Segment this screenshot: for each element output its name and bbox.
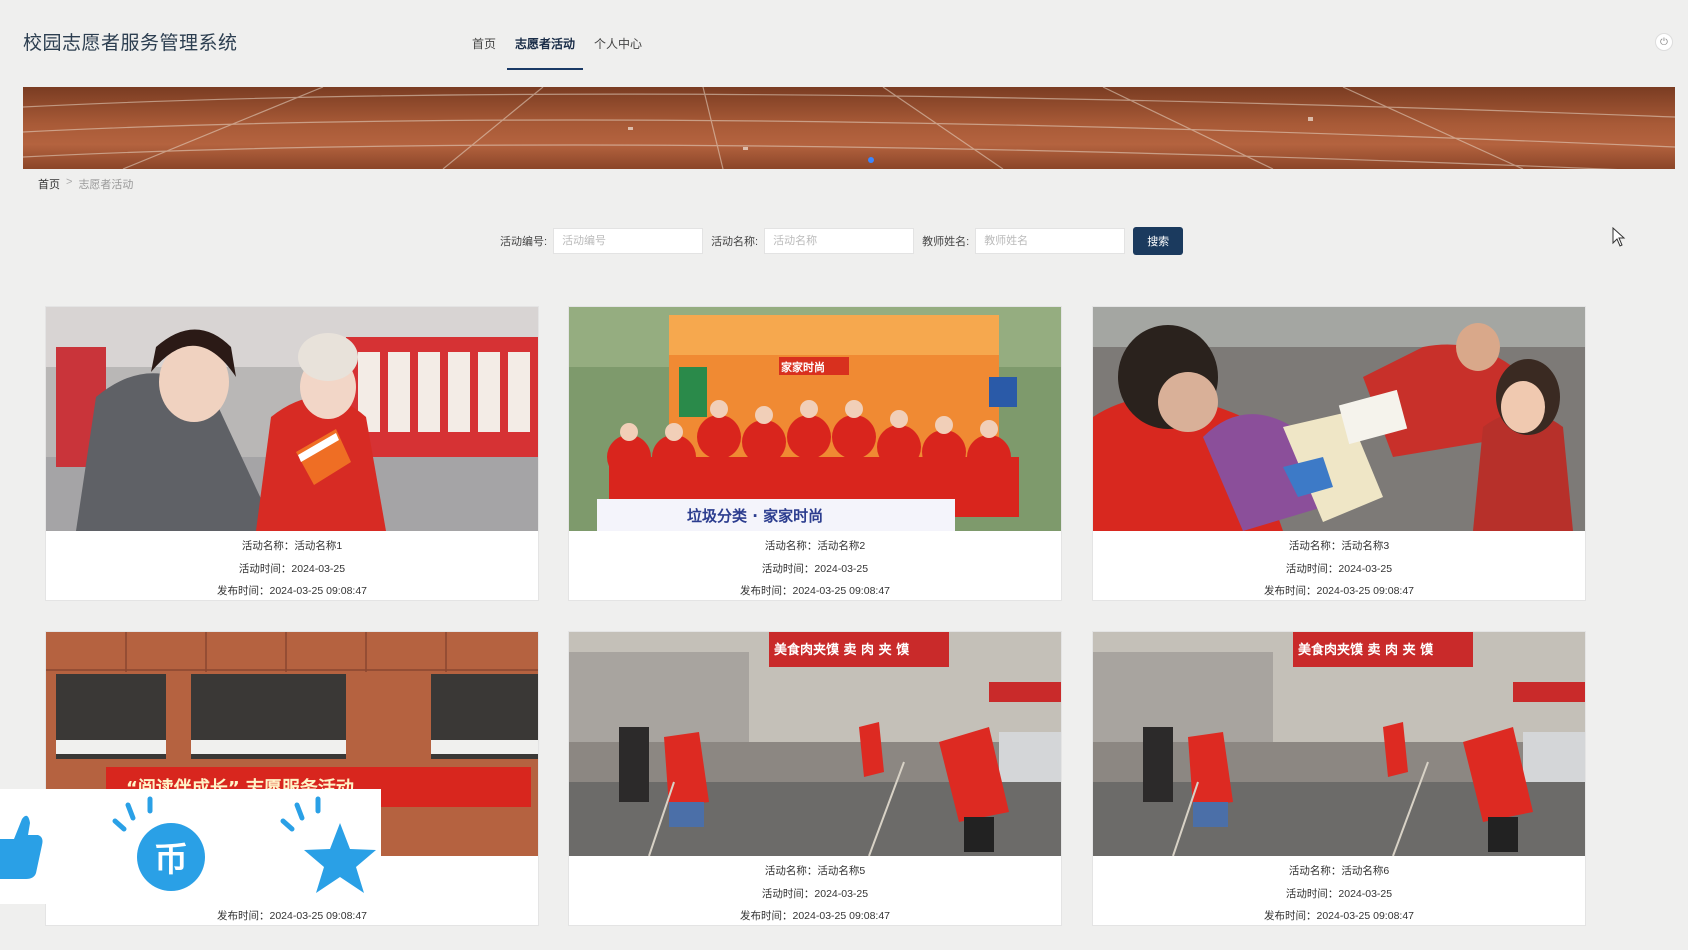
like-icon[interactable] (0, 815, 43, 879)
activity-name: 活动名称：活动名称2 (764, 540, 866, 552)
activity-date: 活动时间：2024-03-25 (1285, 562, 1393, 575)
activity-name: 活动名称：活动名称6 (1288, 865, 1390, 877)
activity-meta-6: 活动名称：活动名称6 活动时间：2024-03-25 发布时间：2024-03-… (1093, 860, 1585, 928)
activity-image-3[interactable] (1093, 307, 1585, 531)
favorite-star-icon[interactable] (280, 796, 376, 893)
search-label-activity-name: 活动名称: (711, 236, 759, 248)
search-bar: 活动编号: 活动名称: 教师姓名: 搜索 (500, 227, 1184, 255)
carousel-indicator[interactable] (868, 157, 874, 163)
publish-time: 发布时间：2024-03-25 09:08:47 (1264, 910, 1414, 922)
activity-date: 活动时间：2024-03-25 (1285, 887, 1393, 900)
activity-date: 活动时间：2024-03-25 (761, 562, 869, 575)
activity-card-3[interactable]: 活动名称：活动名称3 活动时间：2024-03-25 发布时间：2024-03-… (1092, 306, 1586, 601)
action-overlay: 币 (0, 789, 381, 904)
publish-time: 发布时间：2024-03-25 09:08:47 (740, 585, 890, 597)
activity-id-input[interactable] (553, 228, 704, 254)
logout-button[interactable]: ⏻ (1655, 33, 1673, 51)
coin-icon[interactable]: 币 (112, 796, 205, 891)
publish-time: 发布时间：2024-03-25 09:08:47 (217, 585, 367, 597)
activity-image-6[interactable]: 美食肉夹馍 卖 肉 夹 馍 (1093, 632, 1585, 856)
activity-date: 活动时间：2024-03-25 (238, 562, 346, 575)
teacher-name-input[interactable] (975, 228, 1126, 254)
shop-sign-text: 美食肉夹馍 卖 肉 夹 馍 (774, 642, 910, 658)
running-track-image (23, 87, 1675, 169)
breadcrumb: 首页 > 志愿者活动 (38, 176, 133, 192)
breadcrumb-separator: > (66, 176, 73, 188)
site-title: 校园志愿者服务管理系统 (23, 33, 238, 54)
breadcrumb-current: 志愿者活动 (78, 179, 134, 191)
svg-text:币: 币 (154, 840, 188, 880)
shop-sign-text: 美食肉夹馍 卖 肉 夹 馍 (1298, 642, 1434, 658)
publish-time: 发布时间：2024-03-25 09:08:47 (1264, 585, 1414, 597)
activity-meta-1: 活动名称：活动名称1 活动时间：2024-03-25 发布时间：2024-03-… (46, 535, 538, 603)
activity-card-1[interactable]: 活动名称：活动名称1 活动时间：2024-03-25 发布时间：2024-03-… (45, 306, 539, 601)
power-icon: ⏻ (1660, 36, 1668, 48)
activity-name-input[interactable] (764, 228, 915, 254)
activity-image-1[interactable] (46, 307, 538, 531)
activity-date: 活动时间：2024-03-25 (761, 887, 869, 900)
activity-image-2[interactable]: 垃圾分类 · 家家时尚 家家时尚 (569, 307, 1061, 531)
activity-meta-5: 活动名称：活动名称5 活动时间：2024-03-25 发布时间：2024-03-… (569, 860, 1061, 928)
photo-banner-text: 家家时尚 (781, 360, 825, 374)
header: 校园志愿者服务管理系统 首页 志愿者活动 个人中心 ⏻ (0, 0, 1688, 86)
main-nav: 首页 志愿者活动 个人中心 (468, 30, 653, 70)
activity-meta-2: 活动名称：活动名称2 活动时间：2024-03-25 发布时间：2024-03-… (569, 535, 1061, 603)
photo-sign-text: 垃圾分类 · 家家时尚 (687, 507, 823, 525)
publish-time: 发布时间：2024-03-25 09:08:47 (217, 910, 367, 922)
search-label-activity-id: 活动编号: (500, 236, 548, 248)
nav-volunteer-activities[interactable]: 志愿者活动 (507, 30, 584, 70)
nav-home[interactable]: 首页 (468, 30, 500, 70)
activity-card-5[interactable]: 美食肉夹馍 卖 肉 夹 馍 活动名称：活动名称5 活动时间：2024-03-25… (568, 631, 1062, 926)
search-label-teacher-name: 教师姓名: (922, 236, 970, 248)
activity-card-6[interactable]: 美食肉夹馍 卖 肉 夹 馍 活动名称：活动名称6 活动时间：2024-03-25… (1092, 631, 1586, 926)
mouse-cursor-icon (1612, 227, 1626, 247)
breadcrumb-home[interactable]: 首页 (38, 176, 60, 192)
banner-carousel[interactable] (23, 87, 1675, 169)
search-button[interactable]: 搜索 (1133, 227, 1184, 255)
activity-meta-3: 活动名称：活动名称3 活动时间：2024-03-25 发布时间：2024-03-… (1093, 535, 1585, 603)
activity-name: 活动名称：活动名称5 (764, 865, 866, 877)
activity-name: 活动名称：活动名称1 (241, 540, 343, 552)
nav-personal-center[interactable]: 个人中心 (590, 30, 646, 70)
activity-name: 活动名称：活动名称3 (1288, 540, 1390, 552)
activity-image-5[interactable]: 美食肉夹馍 卖 肉 夹 馍 (569, 632, 1061, 856)
activity-card-2[interactable]: 垃圾分类 · 家家时尚 家家时尚 活动名称：活动名称2 活动时间：2024-03… (568, 306, 1062, 601)
publish-time: 发布时间：2024-03-25 09:08:47 (740, 910, 890, 922)
